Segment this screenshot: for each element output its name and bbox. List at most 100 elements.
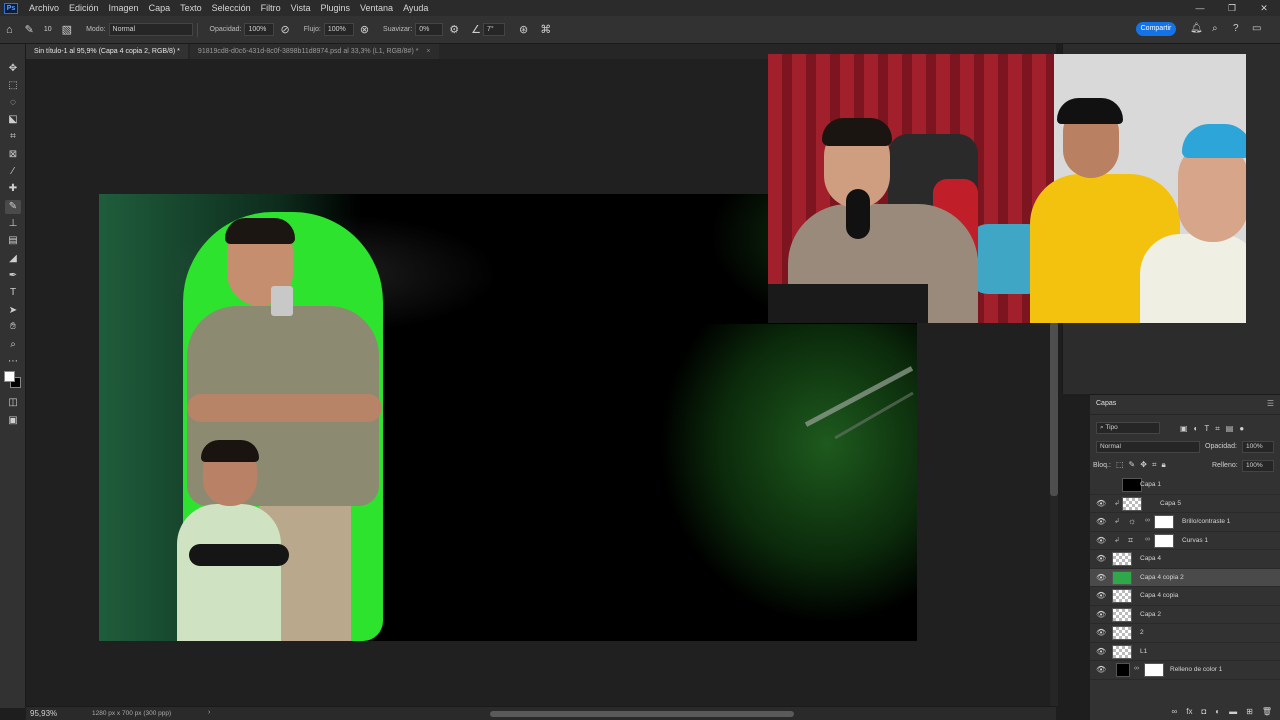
blend-mode-select[interactable]: Normal	[1096, 441, 1200, 453]
eyedropper-tool-icon[interactable]: ⁄	[5, 165, 21, 179]
crop-tool-icon[interactable]: ⌗	[5, 130, 21, 144]
lasso-tool-icon[interactable]: ◌	[5, 96, 21, 110]
layer-filter-icons[interactable]: ▣◐T⌗▤●	[1180, 424, 1280, 434]
zoom-tool-icon[interactable]: ⌕	[5, 338, 21, 352]
menu-filtro[interactable]: Filtro	[256, 3, 286, 13]
visibility-eye-icon[interactable]: 👁︎	[1096, 536, 1106, 545]
frame-tool-icon[interactable]: ⊠	[5, 148, 21, 162]
menu-vista[interactable]: Vista	[286, 3, 316, 13]
flow-field[interactable]: 100%	[323, 23, 354, 36]
pressure-opacity-icon[interactable]: ⊘	[280, 23, 289, 36]
airbrush-icon[interactable]: ⊗	[360, 23, 369, 36]
help-icon[interactable]: ?	[1233, 23, 1239, 34]
lock-icons[interactable]: ⬚✎✥⌗🔒︎	[1116, 460, 1196, 470]
mode-select[interactable]: Normal	[108, 23, 193, 36]
add-mask-icon[interactable]: ◘	[1201, 707, 1206, 716]
layer-row[interactable]: Capa 1	[1090, 476, 1280, 495]
workspace-icon[interactable]: ▭	[1252, 23, 1261, 34]
hand-tool-icon[interactable]: ✋︎	[5, 320, 21, 334]
gradient-tool-icon[interactable]: ▤	[5, 234, 21, 248]
brush-tool-preset-icon[interactable]: ✎	[25, 23, 34, 36]
path-selection-tool-icon[interactable]: ➤	[5, 304, 21, 318]
smooth-field[interactable]: 0%	[415, 23, 444, 36]
tab-document-2[interactable]: 91819cd8-d0c6-431d-8c0f-3898b11d8974.psd…	[189, 44, 439, 59]
clone-stamp-tool-icon[interactable]: ⊥	[5, 217, 21, 231]
layer-row[interactable]: 👁︎ Capa 4	[1090, 550, 1280, 569]
pen-tool-icon[interactable]: ✒	[5, 269, 21, 283]
object-selection-tool-icon[interactable]: ⬕	[5, 113, 21, 127]
new-layer-icon[interactable]: ⊞	[1246, 707, 1253, 716]
vertical-scrollbar[interactable]	[1050, 322, 1058, 496]
layer-row[interactable]: 👁︎ ∞ Relleno de color 1	[1090, 661, 1280, 680]
move-tool-icon[interactable]: ✥	[5, 62, 21, 76]
foreground-color-swatch[interactable]	[4, 371, 15, 382]
zoom-level[interactable]: 95,93%	[30, 709, 57, 718]
layer-opacity-field[interactable]: 100%	[1242, 441, 1274, 453]
opacity-field[interactable]: 100%	[244, 23, 275, 36]
layer-row[interactable]: 👁︎ ↲ ⌗ ∞ Curvas 1	[1090, 532, 1280, 550]
menu-capa[interactable]: Capa	[144, 3, 176, 13]
layer-row[interactable]: 👁︎ ↲ Capa 5	[1090, 495, 1280, 513]
brush-tool-icon[interactable]: ✎	[5, 200, 21, 214]
share-button[interactable]: Compartir	[1136, 22, 1176, 36]
close-tab-icon[interactable]: ×	[426, 48, 430, 55]
pressure-size-icon[interactable]: ⊛	[519, 23, 528, 36]
minimize-button[interactable]: —	[1184, 0, 1216, 16]
layer-fill-field[interactable]: 100%	[1242, 460, 1274, 472]
visibility-eye-icon[interactable]: 👁︎	[1096, 554, 1106, 563]
visibility-eye-icon[interactable]: 👁︎	[1096, 499, 1106, 508]
layer-row[interactable]: 👁︎ 2	[1090, 624, 1280, 643]
menu-ayuda[interactable]: Ayuda	[398, 3, 433, 13]
type-tool-icon[interactable]: T	[5, 286, 21, 300]
brush-size-value[interactable]: 10	[44, 26, 52, 33]
horizontal-scrollbar[interactable]	[490, 711, 794, 717]
restore-button[interactable]: ❐	[1216, 0, 1248, 16]
layer-style-fx-icon[interactable]: fx	[1186, 707, 1192, 716]
link-layers-icon[interactable]: ∞	[1172, 707, 1178, 716]
visibility-eye-icon[interactable]: 👁︎	[1096, 647, 1106, 656]
quick-mask-icon[interactable]: ◫	[5, 396, 21, 410]
menu-texto[interactable]: Texto	[175, 3, 207, 13]
symmetry-icon[interactable]: ⌘	[540, 23, 551, 36]
visibility-eye-icon[interactable]: 👁︎	[1096, 591, 1106, 600]
clipping-arrow-icon: ↲	[1114, 518, 1120, 525]
visibility-eye-icon[interactable]: 👁︎	[1096, 628, 1106, 637]
menu-archivo[interactable]: Archivo	[24, 3, 64, 13]
layer-row[interactable]: 👁︎ Capa 2	[1090, 606, 1280, 624]
delete-layer-icon[interactable]: 🗑︎	[1262, 707, 1272, 716]
menu-ventana[interactable]: Ventana	[355, 3, 398, 13]
layer-row[interactable]: 👁︎ ↲ ☼ ∞ Brillo/contraste 1	[1090, 513, 1280, 532]
eraser-tool-icon[interactable]: ◢	[5, 252, 21, 266]
adjustment-layer-icon[interactable]: ◐	[1215, 707, 1220, 716]
layer-row[interactable]: 👁︎ Capa 4 copia	[1090, 587, 1280, 606]
visibility-eye-icon[interactable]: 👁︎	[1096, 665, 1106, 674]
panel-menu-icon[interactable]: ☰	[1267, 399, 1274, 408]
search-icon[interactable]: ⌕	[1212, 23, 1218, 34]
visibility-eye-icon[interactable]: 👁︎	[1096, 517, 1106, 526]
layers-panel-title[interactable]: Capas	[1096, 400, 1116, 407]
menu-plugins[interactable]: Plugins	[316, 3, 356, 13]
angle-field[interactable]: 7°	[482, 23, 505, 36]
layer-row[interactable]: 👁︎ L1	[1090, 643, 1280, 661]
layer-filter-select[interactable]: ⌕ Tipo	[1096, 422, 1160, 434]
menu-seleccion[interactable]: Selección	[207, 3, 256, 13]
visibility-eye-icon[interactable]: 👁︎	[1096, 573, 1106, 582]
marquee-tool-icon[interactable]: ⬚	[5, 79, 21, 93]
visibility-eye-icon[interactable]: 👁︎	[1096, 610, 1106, 619]
close-window-button[interactable]: ✕	[1248, 0, 1280, 16]
home-icon[interactable]: ⌂	[6, 24, 13, 36]
healing-brush-tool-icon[interactable]: ✚	[5, 182, 21, 196]
new-group-icon[interactable]: ▬	[1229, 707, 1237, 716]
status-menu-arrow-icon[interactable]: ›	[208, 709, 210, 716]
notifications-bell-icon[interactable]: 🔔︎	[1190, 23, 1203, 34]
photoshop-logo-icon: Ps	[4, 2, 18, 14]
screen-mode-icon[interactable]: ▣	[5, 414, 21, 428]
brush-settings-icon[interactable]: ▧	[62, 23, 72, 36]
more-tools-icon[interactable]: ⋯	[5, 355, 21, 369]
layer-row-selected[interactable]: 👁︎ Capa 4 copia 2	[1090, 568, 1280, 587]
tab-document-1[interactable]: Sin título-1 al 95,9% (Capa 4 copia 2, R…	[26, 44, 188, 59]
smoothing-settings-gear-icon[interactable]: ⚙	[449, 23, 459, 36]
menu-edicion[interactable]: Edición	[64, 3, 104, 13]
menu-imagen[interactable]: Imagen	[104, 3, 144, 13]
layer-thumbnail	[1112, 626, 1132, 640]
